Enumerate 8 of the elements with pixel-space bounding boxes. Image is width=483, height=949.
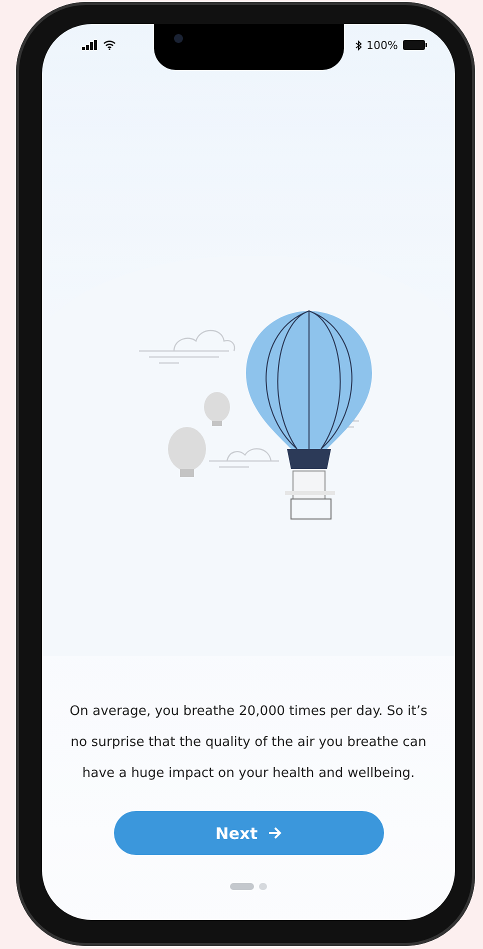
onboarding-message: On average, you breathe 20,000 times per day. So it’s no surprise that the quality of the air you breathe can have a huge impact on your health and wellbeing. [68, 703, 428, 783]
wifi-icon [103, 40, 116, 50]
signal-icon [82, 40, 98, 50]
battery-icon [403, 40, 427, 50]
arrow-right-icon [268, 827, 282, 839]
battery-percentage: 100% [366, 38, 398, 52]
next-button[interactable]: Next [114, 811, 384, 855]
bluetooth-icon [354, 40, 362, 50]
